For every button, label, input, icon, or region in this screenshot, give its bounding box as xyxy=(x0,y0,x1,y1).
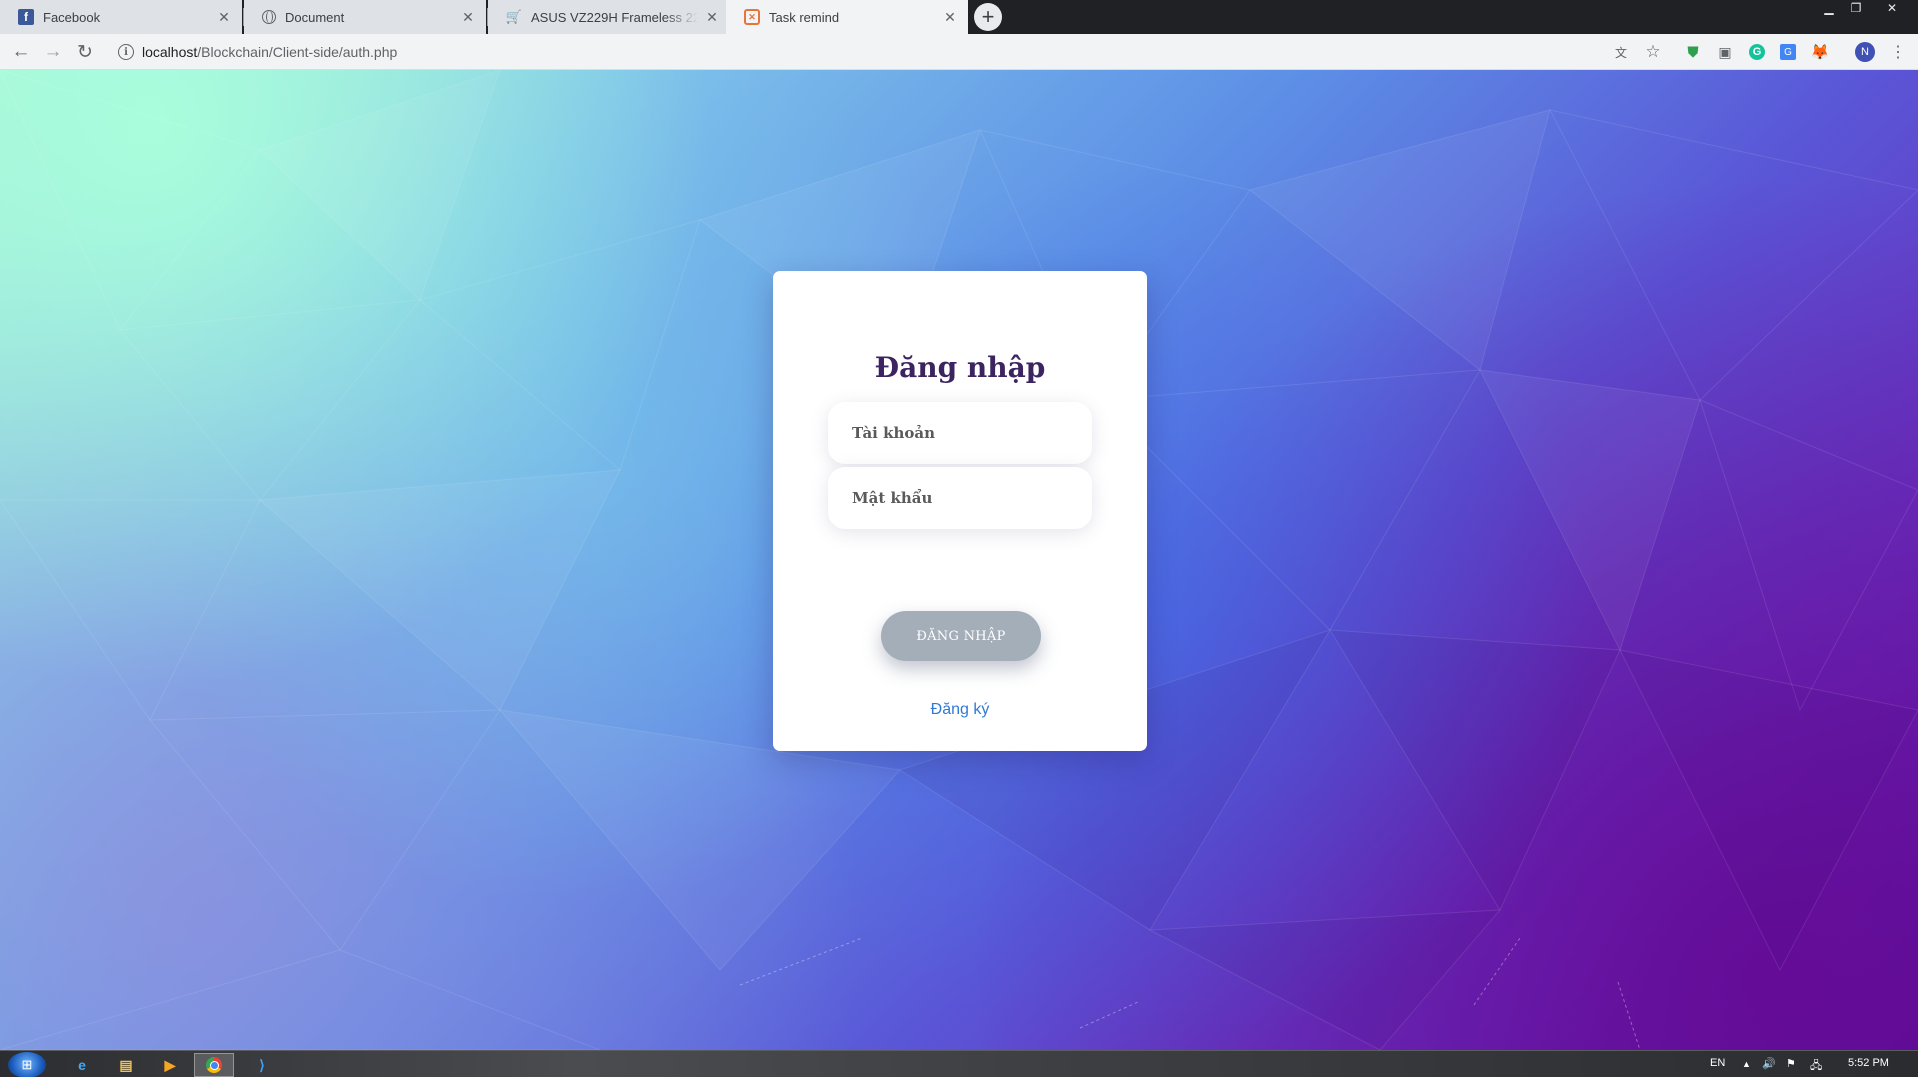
restore-button[interactable]: ❐ xyxy=(1845,0,1867,16)
url-host: localhost xyxy=(142,44,198,60)
show-hidden-icons-icon[interactable]: ▲ xyxy=(1742,1059,1751,1069)
file-explorer-icon[interactable]: ▤ xyxy=(106,1053,146,1077)
media-player-icon[interactable]: ▶ xyxy=(150,1053,190,1077)
password-input[interactable] xyxy=(850,488,1074,508)
tab-title: Task remind xyxy=(769,9,840,25)
network-icon[interactable]: 🖧 xyxy=(1810,1057,1822,1076)
windows-logo-icon: ⊞ xyxy=(21,1057,33,1072)
tab-strip: f Facebook ✕ Document ✕ 🛒 ASUS VZ229H Fr… xyxy=(0,0,1918,34)
metamask-icon[interactable]: 🦊 xyxy=(1810,42,1830,62)
password-field[interactable] xyxy=(828,467,1092,529)
tab-title: Document xyxy=(285,9,345,25)
language-indicator[interactable]: EN xyxy=(1710,1057,1725,1069)
reload-icon[interactable]: ↻ xyxy=(72,39,98,65)
action-center-flag-icon[interactable]: ⚑ xyxy=(1786,1057,1796,1070)
minimize-button[interactable]: ▁ xyxy=(1818,0,1840,16)
address-bar[interactable]: i localhost/Blockchain/Client-side/auth.… xyxy=(108,38,1638,66)
new-tab-button[interactable]: + xyxy=(974,3,1002,31)
url-path: /Blockchain/Client-side/auth.php xyxy=(197,44,398,60)
translate-icon[interactable]: 文 xyxy=(1611,42,1631,62)
vscode-icon[interactable]: ⟩ xyxy=(242,1053,282,1077)
close-window-button[interactable]: ✕ xyxy=(1872,0,1912,16)
tab-facebook[interactable]: f Facebook ✕ xyxy=(0,0,242,34)
page-viewport: Đăng nhập ĐĂNG NHẬP Đăng ký xyxy=(0,70,1918,1050)
close-tab-icon[interactable]: ✕ xyxy=(704,9,720,25)
tab-asus[interactable]: 🛒 ASUS VZ229H Frameless 22" (Ac ✕ xyxy=(488,0,730,34)
profile-avatar-icon[interactable]: N xyxy=(1855,42,1875,62)
back-icon[interactable]: ← xyxy=(8,39,34,65)
camera-extension-icon[interactable]: ▣ xyxy=(1715,42,1735,62)
register-link[interactable]: Đăng ký xyxy=(773,701,1147,719)
login-button[interactable]: ĐĂNG NHẬP xyxy=(881,611,1041,661)
clock[interactable]: 5:52 PM xyxy=(1848,1057,1889,1069)
site-info-icon[interactable]: i xyxy=(118,44,134,60)
bookmark-star-icon[interactable]: ☆ xyxy=(1643,42,1663,62)
menu-icon[interactable]: ⋮ xyxy=(1888,42,1908,62)
login-title: Đăng nhập xyxy=(874,351,1046,384)
windows-taskbar: ⊞ e ▤ ▶ ⟩ EN ▲ 🔊 ⚑ 🖧 5:52 PM xyxy=(0,1050,1918,1077)
login-card: Đăng nhập ĐĂNG NHẬP Đăng ký xyxy=(773,271,1147,751)
tab-task-remind[interactable]: ✕ Task remind ✕ xyxy=(726,0,968,34)
close-tab-icon[interactable]: ✕ xyxy=(460,9,476,25)
tab-document[interactable]: Document ✕ xyxy=(244,0,486,34)
chrome-taskbar-icon[interactable] xyxy=(194,1053,234,1077)
close-tab-icon[interactable]: ✕ xyxy=(216,9,232,25)
close-tab-icon[interactable]: ✕ xyxy=(942,9,958,25)
forward-icon[interactable]: → xyxy=(40,39,66,65)
username-field[interactable] xyxy=(828,402,1092,464)
facebook-icon: f xyxy=(18,9,34,25)
start-button[interactable]: ⊞ xyxy=(8,1052,46,1077)
google-translate-icon[interactable]: G xyxy=(1778,42,1798,62)
tab-title: ASUS VZ229H Frameless 22" (Ac xyxy=(531,9,698,25)
cart-icon: 🛒 xyxy=(505,9,523,24)
grammarly-icon[interactable]: G xyxy=(1747,42,1767,62)
tab-title: Facebook xyxy=(43,9,101,25)
username-input[interactable] xyxy=(850,423,1074,443)
globe-icon xyxy=(262,10,276,24)
shield-extension-icon[interactable]: ⛊ xyxy=(1683,42,1703,62)
internet-explorer-icon[interactable]: e xyxy=(62,1053,102,1077)
task-icon: ✕ xyxy=(744,9,760,25)
volume-icon[interactable]: 🔊 xyxy=(1762,1057,1776,1070)
chrome-icon xyxy=(206,1057,222,1073)
